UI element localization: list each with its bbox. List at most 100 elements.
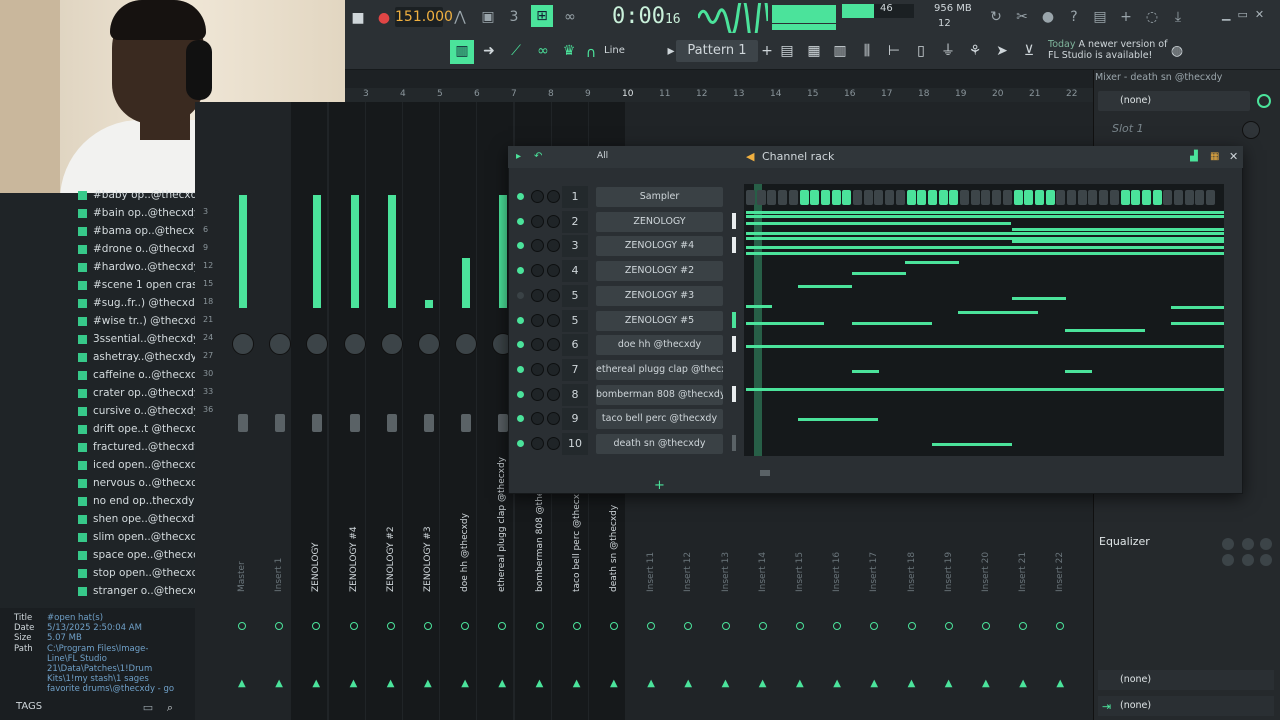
tempo-display[interactable]: 151.000 — [395, 7, 453, 27]
send-arrow-icon[interactable]: ▲ — [573, 678, 581, 689]
channel-pan-knob[interactable] — [531, 362, 544, 376]
step-button[interactable] — [842, 190, 852, 205]
send-arrow-icon[interactable]: ▲ — [387, 678, 395, 689]
globe-icon[interactable]: ◍ — [1166, 40, 1188, 62]
search-icon[interactable]: ⌕ — [162, 700, 178, 716]
step-button[interactable] — [778, 190, 788, 205]
tags-label[interactable]: TAGS — [16, 701, 42, 712]
channel-name-button[interactable]: Sampler — [596, 187, 723, 207]
browser-item[interactable]: ashetray..@thecxdy — [78, 348, 197, 366]
wait-input-icon[interactable]: ▣ — [477, 6, 499, 28]
channel-select-indicator[interactable] — [732, 386, 736, 402]
browser-item[interactable]: #bama op..@thecxdy — [78, 222, 207, 240]
browser-item[interactable]: no end op..thecxdy — [78, 492, 194, 510]
send-arrow-icon[interactable]: ▲ — [647, 678, 655, 689]
channel-name-button[interactable]: doe hh @thecxdy — [596, 335, 723, 356]
mixer-insert-strip[interactable] — [440, 102, 477, 720]
channel-route-number[interactable]: 7 — [562, 358, 588, 381]
channel-pan-knob[interactable] — [531, 239, 544, 253]
channel-pan-knob[interactable] — [531, 412, 544, 426]
step-button[interactable] — [1056, 190, 1066, 205]
channel-name-button[interactable]: ZENOLOGY #5 — [596, 310, 723, 331]
step-button[interactable] — [895, 190, 905, 205]
channel-mute-led[interactable] — [517, 217, 524, 225]
step-button[interactable] — [992, 190, 1002, 205]
channel-mute-led[interactable] — [517, 242, 524, 250]
step-button[interactable] — [1206, 190, 1216, 205]
channel-mute-led[interactable] — [517, 440, 524, 447]
route-dot[interactable] — [610, 622, 618, 630]
eq-knob-4[interactable] — [1222, 554, 1234, 566]
route-dot[interactable] — [758, 622, 767, 630]
mixer-insert-strip[interactable] — [217, 102, 253, 720]
channel-mute-led[interactable] — [517, 193, 524, 200]
browser-item[interactable]: iced open..@thecxdy — [78, 456, 204, 474]
channel-name-button[interactable]: ZENOLOGY — [596, 211, 723, 232]
send-arrow-icon[interactable]: ▲ — [312, 678, 320, 689]
channel-row[interactable]: 2 ZENOLOGY — [514, 210, 729, 233]
browser-item[interactable]: cursive o..@thecxdy — [78, 402, 200, 420]
step-button[interactable] — [1131, 190, 1141, 205]
channel-name-button[interactable]: death sn @thecxdy — [596, 434, 723, 454]
channel-route-number[interactable]: 8 — [562, 383, 588, 406]
step-button[interactable] — [981, 190, 991, 205]
step-button[interactable] — [863, 190, 873, 205]
channel-volume-knob[interactable] — [547, 190, 560, 203]
channel-row[interactable]: 8 bomberman 808 @thecxdy — [514, 383, 729, 406]
rack-filter[interactable]: All — [597, 151, 608, 161]
route-dot[interactable] — [944, 622, 953, 630]
send-arrow-icon[interactable]: ▲ — [238, 678, 246, 689]
channel-route-number[interactable]: 4 — [562, 260, 588, 283]
browser-item[interactable]: #sug..fr..) @thecxdy — [78, 294, 201, 312]
volume-fader[interactable] — [386, 414, 397, 432]
route-dot[interactable] — [907, 622, 916, 630]
route-dot[interactable] — [349, 622, 358, 630]
route-dot[interactable] — [386, 622, 395, 630]
send-arrow-icon[interactable]: ▲ — [424, 678, 432, 689]
step-button[interactable] — [1184, 190, 1194, 205]
rack-scroll-handle[interactable] — [760, 470, 770, 476]
graph-editor-icon[interactable]: ▟ — [1190, 151, 1198, 162]
step-button[interactable] — [788, 190, 798, 205]
send-arrow-icon[interactable]: ▲ — [908, 678, 916, 689]
channel-route-number[interactable]: 5 — [562, 284, 588, 307]
send-arrow-icon[interactable]: ▲ — [536, 678, 544, 689]
step-button[interactable] — [1077, 190, 1087, 205]
browser-item[interactable]: drift ope..t @thecxdy — [78, 420, 204, 438]
browser-item[interactable]: space ope..@thecxdy — [78, 546, 206, 564]
channel-name-button[interactable]: ZENOLOGY #4 — [596, 236, 723, 257]
step-button[interactable] — [1141, 190, 1151, 205]
channel-select-indicator[interactable] — [732, 213, 736, 229]
pan-knob[interactable] — [232, 333, 254, 355]
browser-item[interactable]: stop open..@thecxdy — [78, 564, 205, 582]
eq-knob-6[interactable] — [1260, 554, 1272, 566]
add-pattern-icon[interactable]: + — [756, 40, 778, 62]
channel-pan-knob[interactable] — [531, 288, 544, 302]
volume-fader[interactable] — [275, 414, 286, 432]
playlist-icon[interactable]: ▤ — [776, 40, 798, 62]
close-icon[interactable]: ✕ — [1229, 150, 1238, 163]
browser-item[interactable]: #bain op..@thecxdy — [78, 204, 200, 222]
mixer-insert-strip[interactable] — [254, 102, 290, 720]
channel-pan-knob[interactable] — [531, 190, 544, 203]
browser-item[interactable]: #drone o..@thecxdy — [78, 240, 201, 258]
route-dot[interactable] — [982, 622, 990, 630]
channel-route-number[interactable]: 3 — [562, 235, 588, 258]
mixer-faders-icon[interactable]: ⫼ — [856, 40, 878, 62]
window-controls[interactable]: ▁ ▭ ✕ — [1222, 8, 1280, 26]
send-arrow-icon[interactable]: ▲ — [1019, 678, 1027, 689]
channel-pan-knob[interactable] — [531, 214, 544, 228]
route-dot[interactable] — [424, 622, 432, 630]
channel-name-button[interactable]: ZENOLOGY #2 — [596, 261, 723, 282]
record-icon[interactable]: ● — [373, 7, 395, 29]
send-arrow-icon[interactable]: ▲ — [759, 678, 767, 689]
step-button[interactable] — [938, 190, 948, 205]
channel-name-button[interactable]: ZENOLOGY #3 — [596, 285, 723, 306]
volume-fader[interactable] — [498, 414, 509, 432]
mixer-insert-strip[interactable] — [365, 102, 402, 720]
browser-item[interactable]: #baby op..@thecxdy — [78, 186, 203, 204]
brush-icon[interactable]: ⟋ — [505, 40, 527, 62]
channel-volume-knob[interactable] — [547, 338, 560, 352]
step-button[interactable] — [1195, 190, 1205, 205]
channel-row[interactable]: 10 death sn @thecxdy — [514, 433, 729, 455]
